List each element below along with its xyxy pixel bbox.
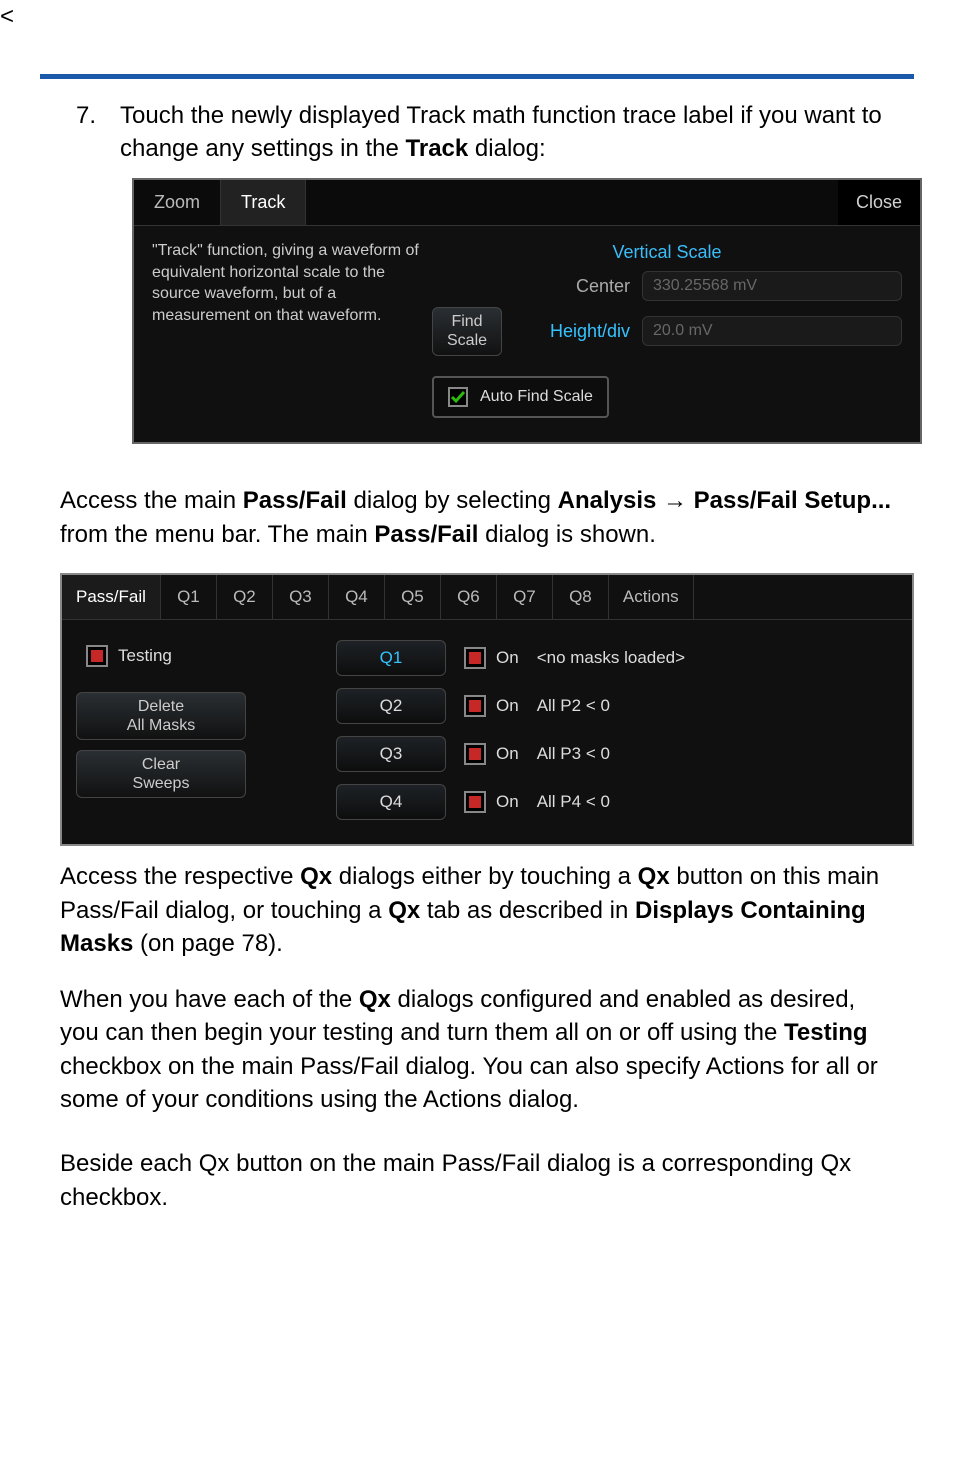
p3e: checkbox on the main Pass/Fail dialog. Y…	[60, 1053, 878, 1114]
page-top-rule	[40, 74, 914, 79]
q2-on-toggle[interactable]: On	[464, 694, 519, 718]
q4-on-toggle[interactable]: On	[464, 790, 519, 814]
q4-rule: All P4 < 0	[537, 790, 610, 814]
p3b: Qx	[359, 986, 391, 1013]
p1g: dialog is shown.	[478, 521, 655, 548]
track-dialog-tabs: Zoom Track Close	[134, 180, 920, 226]
q4-on-checkbox[interactable]	[464, 791, 486, 813]
track-dialog: Zoom Track Close "Track" function, givin…	[132, 178, 922, 444]
auto-find-scale-checkbox[interactable]	[448, 387, 468, 407]
p2g: tab as described in	[420, 897, 635, 924]
q2-rule: All P2 < 0	[537, 694, 610, 718]
close-button[interactable]: Close	[838, 180, 920, 225]
q3-rule: All P3 < 0	[537, 742, 610, 766]
center-readout[interactable]: 330.25568 mV	[642, 271, 902, 301]
p2a: Access the respective	[60, 863, 300, 890]
track-description: "Track" function, giving a waveform of e…	[152, 240, 432, 418]
tab-q1[interactable]: Q1	[161, 575, 217, 619]
tab-q2[interactable]: Q2	[217, 575, 273, 619]
q3-button[interactable]: Q3	[336, 736, 446, 772]
tab-actions[interactable]: Actions	[609, 575, 694, 619]
tab-q3[interactable]: Q3	[273, 575, 329, 619]
step-number: 7.	[60, 99, 120, 166]
step-text: Touch the newly displayed Track math fun…	[120, 99, 894, 166]
p2c: dialogs either by touching a	[332, 863, 638, 890]
auto-find-scale-label: Auto Find Scale	[480, 386, 593, 408]
q2-button[interactable]: Q2	[336, 688, 446, 724]
q2-on-label: On	[496, 694, 519, 718]
p1f: Pass/Fail	[374, 521, 478, 548]
para-testing: When you have each of the Qx dialogs con…	[60, 983, 894, 1117]
p1a: Access the main	[60, 487, 243, 514]
step-7: 7. Touch the newly displayed Track math …	[60, 99, 894, 166]
auto-find-scale-toggle[interactable]: Auto Find Scale	[432, 376, 609, 418]
passfail-tabs: Pass/Fail Q1 Q2 Q3 Q4 Q5 Q6 Q7 Q8 Action…	[62, 575, 912, 620]
p3d: Testing	[784, 1019, 868, 1046]
p1c: dialog by selecting	[347, 487, 558, 514]
testing-label: Testing	[118, 644, 172, 668]
tab-track[interactable]: Track	[221, 180, 306, 225]
q1-button[interactable]: Q1	[336, 640, 446, 676]
q3-on-toggle[interactable]: On	[464, 742, 519, 766]
p1e: from the menu bar. The main	[60, 521, 374, 548]
tab-q6[interactable]: Q6	[441, 575, 497, 619]
clear-sweeps-button[interactable]: Clear Sweeps	[76, 750, 246, 798]
step-text-c: dialog:	[468, 135, 545, 162]
tab-zoom[interactable]: Zoom	[134, 180, 221, 225]
q1-on-label: On	[496, 646, 519, 670]
delete-all-masks-button[interactable]: Delete All Masks	[76, 692, 246, 740]
tab-q5[interactable]: Q5	[385, 575, 441, 619]
step-text-b: Track	[406, 135, 469, 162]
tab-q8[interactable]: Q8	[553, 575, 609, 619]
center-label: Center	[502, 274, 642, 299]
testing-checkbox[interactable]	[86, 645, 108, 667]
q2-on-checkbox[interactable]	[464, 695, 486, 717]
p2d: Qx	[638, 863, 670, 890]
p2i: (on page 78).	[133, 930, 282, 957]
tab-passfail[interactable]: Pass/Fail	[62, 575, 161, 619]
p1d: Analysis → Pass/Fail Setup...	[558, 487, 891, 514]
p3a: When you have each of the	[60, 986, 359, 1013]
p2f: Qx	[388, 897, 420, 924]
find-scale-button[interactable]: Find Scale	[432, 307, 502, 355]
check-icon	[450, 389, 466, 405]
height-div-readout[interactable]: 20.0 mV	[642, 316, 902, 346]
height-div-label: Height/div	[550, 319, 642, 344]
para-qx-checkbox: Beside each Qx button on the main Pass/F…	[60, 1147, 894, 1214]
q1-on-checkbox[interactable]	[464, 647, 486, 669]
passfail-dialog: Pass/Fail Q1 Q2 Q3 Q4 Q5 Q6 Q7 Q8 Action…	[60, 573, 914, 846]
q4-on-label: On	[496, 790, 519, 814]
q3-on-checkbox[interactable]	[464, 743, 486, 765]
testing-toggle[interactable]: Testing	[86, 644, 326, 668]
para-access-qx: Access the respective Qx dialogs either …	[60, 860, 894, 961]
q3-on-label: On	[496, 742, 519, 766]
tab-q4[interactable]: Q4	[329, 575, 385, 619]
vertical-scale-title: Vertical Scale	[432, 240, 902, 265]
p1b: Pass/Fail	[243, 487, 347, 514]
p2b: Qx	[300, 863, 332, 890]
q4-button[interactable]: Q4	[336, 784, 446, 820]
tab-q7[interactable]: Q7	[497, 575, 553, 619]
q1-on-toggle[interactable]: On	[464, 646, 519, 670]
para-access-passfail: Access the main Pass/Fail dialog by sele…	[60, 484, 894, 551]
q1-rule: <no masks loaded>	[537, 646, 685, 670]
